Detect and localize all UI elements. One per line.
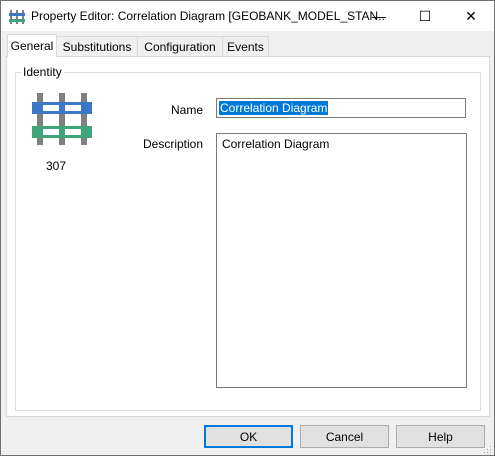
window-title: Property Editor: Correlation Diagram [GE… bbox=[31, 9, 385, 23]
cancel-button[interactable]: Cancel bbox=[300, 425, 389, 448]
close-button[interactable]: ✕ bbox=[448, 1, 494, 31]
minimize-button[interactable]: — bbox=[356, 1, 402, 31]
description-field[interactable]: Correlation Diagram bbox=[216, 133, 467, 388]
tab-substitutions-label: Substitutions bbox=[62, 39, 132, 54]
description-field-value: Correlation Diagram bbox=[222, 137, 330, 151]
tab-events-label: Events bbox=[227, 39, 264, 54]
resize-grip-icon[interactable] bbox=[482, 444, 492, 454]
help-button-label: Help bbox=[428, 429, 453, 444]
minimize-icon: — bbox=[372, 8, 386, 24]
cancel-button-label: Cancel bbox=[325, 429, 364, 444]
tab-substitutions[interactable]: Substitutions bbox=[56, 36, 138, 56]
identity-group: Identity 307 Name Correlation Diagram De… bbox=[15, 65, 481, 411]
correlation-diagram-icon bbox=[9, 10, 25, 24]
tab-general[interactable]: General bbox=[7, 34, 57, 57]
property-editor-window: Property Editor: Correlation Diagram [GE… bbox=[0, 0, 495, 456]
maximize-button[interactable]: ☐ bbox=[402, 1, 448, 31]
maximize-icon: ☐ bbox=[418, 7, 432, 24]
identity-group-label: Identity bbox=[21, 65, 64, 79]
object-id-number: 307 bbox=[46, 159, 67, 173]
ok-button-label: OK bbox=[239, 429, 258, 444]
name-field-value: Correlation Diagram bbox=[219, 101, 329, 115]
description-label: Description bbox=[143, 137, 204, 151]
name-label: Name bbox=[171, 103, 204, 117]
tab-configuration-label: Configuration bbox=[144, 39, 216, 54]
correlation-diagram-icon bbox=[32, 93, 92, 145]
general-tab-panel: Identity 307 Name Correlation Diagram De… bbox=[6, 56, 490, 417]
ok-button[interactable]: OK bbox=[204, 425, 293, 448]
name-field[interactable]: Correlation Diagram bbox=[216, 98, 466, 118]
tab-configuration[interactable]: Configuration bbox=[137, 36, 223, 56]
tab-general-label: General bbox=[10, 39, 54, 53]
tab-events[interactable]: Events bbox=[222, 36, 269, 56]
title-bar[interactable]: Property Editor: Correlation Diagram [GE… bbox=[1, 1, 494, 31]
close-icon: ✕ bbox=[465, 7, 477, 24]
help-button[interactable]: Help bbox=[396, 425, 485, 448]
